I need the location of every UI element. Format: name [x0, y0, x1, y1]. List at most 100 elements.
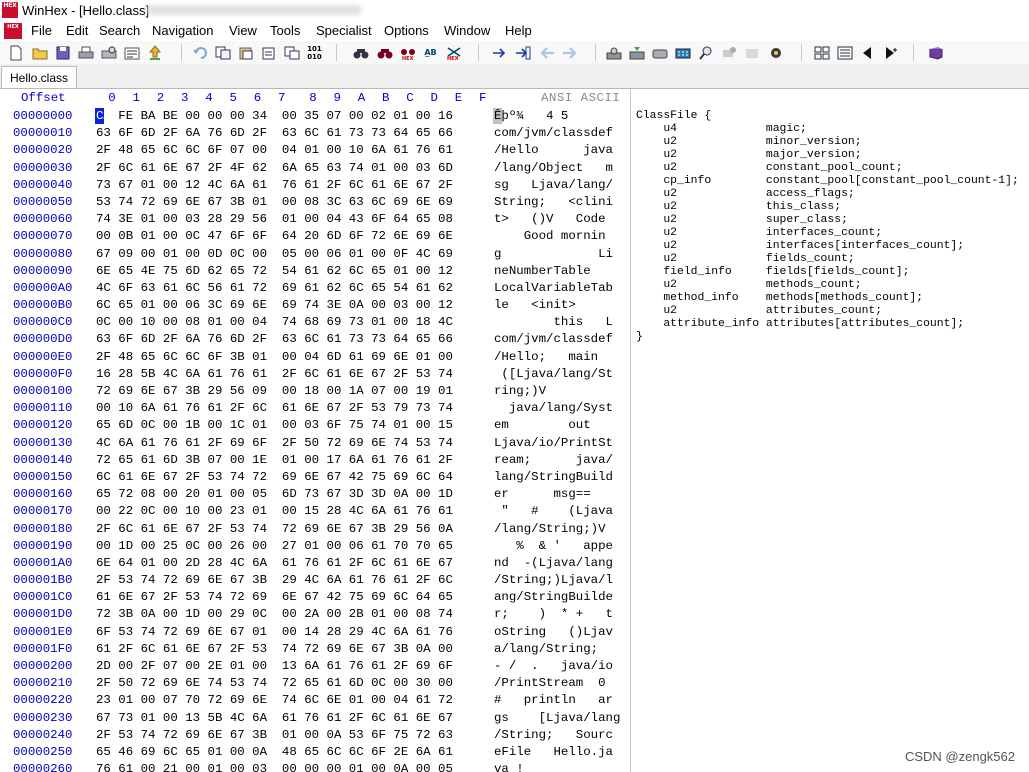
hex-row[interactable]: 00000140 72 65 61 6D 3B 07 00 1E 01 00 17…	[0, 452, 630, 469]
row-hex-bytes[interactable]: 67 73 01 00 13 5B 4C 6A 61 76 61 2F 6C 6…	[96, 710, 453, 727]
menu-edit[interactable]: Edit	[66, 22, 88, 40]
row-ascii-text[interactable]: /PrintStream 0	[494, 675, 606, 692]
row-ascii-text[interactable]: /lang/String;)V	[494, 521, 606, 538]
hex-editor-pane[interactable]: Offset 0 1 2 3 4 5 6 7 8 9 A B C D E F ANSI ASCII 00000…	[0, 89, 631, 772]
row-ascii-text[interactable]: oString ()Ljav	[494, 624, 613, 641]
hex-row[interactable]: 00000170 00 22 0C 00 10 00 23 01 00 15 28…	[0, 503, 630, 520]
replace-text-icon[interactable]: A̲B	[422, 44, 439, 61]
disk-tools-icon[interactable]	[651, 44, 668, 61]
row-hex-bytes[interactable]: 72 69 6E 67 3B 29 56 09 00 18 00 1A 07 0…	[96, 383, 453, 400]
row-ascii-text[interactable]: em out	[494, 417, 591, 434]
row-ascii-text[interactable]: lang/StringBuild	[494, 469, 613, 486]
row-ascii-text[interactable]: /lang/Object m	[494, 160, 613, 177]
document-logo-icon[interactable]: HEX	[4, 23, 22, 39]
hex-row[interactable]: 00000030 2F 6C 61 6E 67 2F 4F 62 6A 65 63…	[0, 160, 630, 177]
row-ascii-text[interactable]: String; <clini	[494, 194, 613, 211]
hex-row[interactable]: 000000D0 63 6F 6D 2F 6A 76 6D 2F 63 6C 61…	[0, 331, 630, 348]
row-hex-bytes[interactable]: 72 3B 0A 00 1D 00 29 0C 00 2A 00 2B 01 0…	[96, 606, 453, 623]
hex-row[interactable]: 00000080 67 09 00 01 00 0D 0C 00 05 00 06…	[0, 246, 630, 263]
row-hex-bytes[interactable]: 2F 53 74 72 69 6E 67 3B 29 4C 6A 61 76 6…	[96, 572, 453, 589]
menu-search[interactable]: Search	[99, 22, 140, 40]
hex-row[interactable]: 00000060 74 3E 01 00 03 28 29 56 01 00 04…	[0, 211, 630, 228]
hex-row[interactable]: 00000020 2F 48 65 6C 6C 6F 07 00 04 01 00…	[0, 142, 630, 159]
hex-row[interactable]: 00000070 00 0B 01 00 0C 47 6F 6F 64 20 6D…	[0, 228, 630, 245]
row-hex-bytes[interactable]: 65 46 69 6C 65 01 00 0A 48 65 6C 6C 6F 2…	[96, 744, 453, 761]
row-ascii-text[interactable]: ream; java/	[494, 452, 613, 469]
hex-row[interactable]: 000000F0 16 28 5B 4C 6A 61 76 61 2F 6C 61…	[0, 366, 630, 383]
copy-block-icon[interactable]	[214, 44, 231, 61]
row-ascii-text[interactable]: er msg==	[494, 486, 591, 503]
hex-row[interactable]: 000000E0 2F 48 65 6C 6C 6F 3B 01 00 04 6D…	[0, 349, 630, 366]
hex-row[interactable]: 00000260 76 61 00 21 00 01 00 03 00 00 00…	[0, 761, 630, 772]
find-hex-icon[interactable]	[376, 44, 393, 61]
hex-row[interactable]: 00000130 4C 6A 61 76 61 2F 69 6F 2F 50 72…	[0, 435, 630, 452]
menu-window[interactable]: Window	[444, 22, 490, 40]
row-hex-bytes[interactable]: 61 6E 67 2F 53 74 72 69 6E 67 42 75 69 6…	[96, 589, 453, 606]
hex-row[interactable]: 00000220 23 01 00 07 70 72 69 6E 74 6C 6E…	[0, 692, 630, 709]
row-ascii-text[interactable]: /String; Sourc	[494, 727, 613, 744]
hex-row[interactable]: 000001F0 61 2F 6C 61 6E 67 2F 53 74 72 69…	[0, 641, 630, 658]
row-hex-bytes[interactable]: 67 09 00 01 00 0D 0C 00 05 00 06 01 00 0…	[96, 246, 453, 263]
row-hex-bytes[interactable]: 16 28 5B 4C 6A 61 76 61 2F 6C 61 6E 67 2…	[96, 366, 453, 383]
prev-block-icon[interactable]	[859, 44, 876, 61]
hex-row[interactable]: 00000230 67 73 01 00 13 5B 4C 6A 61 76 61…	[0, 710, 630, 727]
help-book-icon[interactable]	[927, 44, 944, 61]
row-ascii-text[interactable]: ([Ljava/lang/St	[494, 366, 613, 383]
row-hex-bytes[interactable]: 2F 50 72 69 6E 74 53 74 72 65 61 6D 0C 0…	[96, 675, 453, 692]
row-hex-bytes[interactable]: 61 2F 6C 61 6E 67 2F 53 74 72 69 6E 67 3…	[96, 641, 453, 658]
hex-row[interactable]: 00000120 65 6D 0C 00 1B 00 1C 01 00 03 6F…	[0, 417, 630, 434]
row-ascii-text[interactable]: /Hello; main	[494, 349, 598, 366]
row-ascii-text[interactable]: eFile Hello.ja	[494, 744, 613, 761]
hex-row[interactable]: 000001E0 6F 53 74 72 69 6E 67 01 00 14 28…	[0, 624, 630, 641]
forward-arrow-icon[interactable]	[561, 44, 578, 61]
next-block-icon[interactable]	[882, 44, 899, 61]
row-hex-bytes[interactable]: 6E 65 4E 75 6D 62 65 72 54 61 62 6C 65 0…	[96, 263, 453, 280]
row-hex-bytes[interactable]: 6C 65 01 00 06 3C 69 6E 69 74 3E 0A 00 0…	[96, 297, 453, 314]
hex-row[interactable]: 00000240 2F 53 74 72 69 6E 67 3B 01 00 0A…	[0, 727, 630, 744]
row-ascii-text[interactable]: Êþº¾ 4 5	[494, 108, 568, 125]
data-interpreter-icon[interactable]	[836, 44, 853, 61]
row-hex-bytes[interactable]: 74 3E 01 00 03 28 29 56 01 00 04 43 6F 6…	[96, 211, 453, 228]
hex-row[interactable]: 00000200 2D 00 2F 07 00 2E 01 00 13 6A 61…	[0, 658, 630, 675]
row-hex-bytes[interactable]: 0C 00 10 00 08 01 00 04 74 68 69 73 01 0…	[96, 314, 453, 331]
row-hex-bytes[interactable]: 63 6F 6D 2F 6A 76 6D 2F 63 6C 61 73 73 6…	[96, 331, 453, 348]
disk-snapshot-icon[interactable]	[743, 44, 760, 61]
menu-view[interactable]: View	[229, 22, 257, 40]
hex-row[interactable]: 00000110 00 10 6A 61 76 61 2F 6C 61 6E 67…	[0, 400, 630, 417]
row-ascii-text[interactable]: va !	[494, 761, 524, 772]
row-ascii-text[interactable]: neNumberTable	[494, 263, 591, 280]
hex-row[interactable]: 00000040 73 67 01 00 12 4C 6A 61 76 61 2F…	[0, 177, 630, 194]
row-ascii-text[interactable]: t> ()V Code	[494, 211, 613, 228]
row-ascii-text[interactable]: - / . java/io	[494, 658, 613, 675]
hex-row[interactable]: 00000150 6C 61 6E 67 2F 53 74 72 69 6E 67…	[0, 469, 630, 486]
print-icon[interactable]	[77, 44, 94, 61]
hex-row[interactable]: 000000C0 0C 00 10 00 08 01 00 04 74 68 69…	[0, 314, 630, 331]
row-hex-bytes[interactable]: 2F 53 74 72 69 6E 67 3B 01 00 0A 53 6F 7…	[96, 727, 453, 744]
row-hex-bytes[interactable]: 00 10 6A 61 76 61 2F 6C 61 6E 67 2F 53 7…	[96, 400, 453, 417]
row-ascii-text[interactable]: " # (Ljava	[494, 503, 613, 520]
row-hex-bytes[interactable]: 73 67 01 00 12 4C 6A 61 76 61 2F 6C 61 6…	[96, 177, 453, 194]
row-hex-bytes[interactable]: 6F 53 74 72 69 6E 67 01 00 14 28 29 4C 6…	[96, 624, 453, 641]
row-ascii-text[interactable]: r; ) * + t	[494, 606, 613, 623]
undo-icon[interactable]	[191, 44, 208, 61]
row-ascii-text[interactable]: com/jvm/classdef	[494, 125, 613, 142]
hex-row[interactable]: 000000B0 6C 65 01 00 06 3C 69 6E 69 74 3E…	[0, 297, 630, 314]
menu-help[interactable]: Help	[505, 22, 532, 40]
row-hex-bytes[interactable]: 2F 48 65 6C 6C 6F 3B 01 00 04 6D 61 69 6…	[96, 349, 453, 366]
row-ascii-text[interactable]: this L	[494, 314, 613, 331]
hex-row[interactable]: 00000000 CA FE BA BE 00 00 00 34 00 35 07…	[0, 108, 630, 125]
row-ascii-text[interactable]: gs [Ljava/lang	[494, 710, 620, 727]
row-ascii-text[interactable]: sg Ljava/lang/	[494, 177, 613, 194]
row-hex-bytes[interactable]: 4C 6A 61 76 61 2F 69 6F 2F 50 72 69 6E 7…	[96, 435, 453, 452]
menu-navigation[interactable]: Navigation	[152, 22, 213, 40]
hex-row[interactable]: 000000A0 4C 6F 63 61 6C 56 61 72 69 61 62…	[0, 280, 630, 297]
position-manager-icon[interactable]	[813, 44, 830, 61]
save-icon[interactable]	[54, 44, 71, 61]
replace-hex-icon[interactable]: HEX	[445, 44, 462, 61]
hex-row[interactable]: 000001B0 2F 53 74 72 69 6E 67 3B 29 4C 6A…	[0, 572, 630, 589]
hex-row[interactable]: 00000160 65 72 08 00 20 01 00 05 6D 73 67…	[0, 486, 630, 503]
print-preview-icon[interactable]	[100, 44, 117, 61]
hex-row[interactable]: 00000190 00 1D 00 25 0C 00 26 00 27 01 00…	[0, 538, 630, 555]
row-hex-bytes[interactable]: 63 6F 6D 2F 6A 76 6D 2F 63 6C 61 73 73 6…	[96, 125, 453, 142]
menu-tools[interactable]: Tools	[270, 22, 300, 40]
